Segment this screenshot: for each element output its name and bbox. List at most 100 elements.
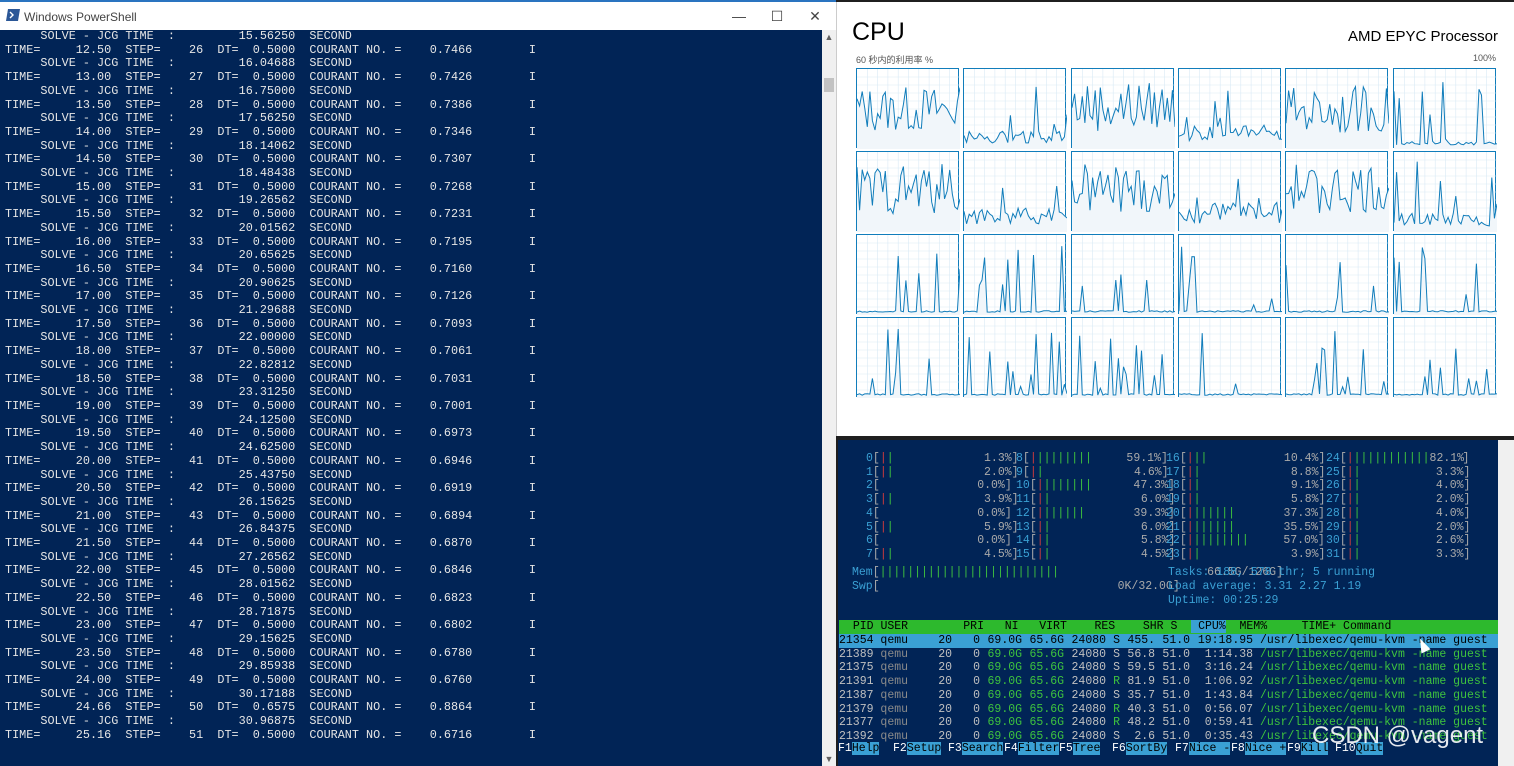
console-line: SOLVE - JCG TIME : 26.15625 SECOND <box>5 494 352 509</box>
cpu-core-graph <box>1070 151 1175 232</box>
process-table-header[interactable]: PID USER PRI NI VIRT RES SHR S CPU% MEM%… <box>839 620 1500 634</box>
cpu-core-graph <box>1177 317 1282 398</box>
cpu-meter: 10[|||||||| 47.3%] <box>1016 479 1175 493</box>
cpu-meter: 2[0.0%] <box>866 479 1012 493</box>
console-output[interactable]: SOLVE - JCG TIME : 15.56250 SECOND TIME= … <box>0 30 822 766</box>
console-line: TIME= 25.16 STEP= 51 DT= 0.5000 COURANT … <box>5 727 536 742</box>
cpu-meter: 7[|| 4.5%] <box>866 547 1019 561</box>
console-scrollbar[interactable]: ▲ ▼ <box>822 30 836 766</box>
header-shr[interactable]: SHR <box>1122 620 1164 633</box>
console-line: SOLVE - JCG TIME : 28.71875 SECOND <box>5 604 352 619</box>
fkey-f3[interactable]: F3Search <box>948 742 1004 756</box>
cpu-meter: 11[|| 6.0%] <box>1016 493 1176 507</box>
htop-scrollbar[interactable] <box>1498 440 1514 766</box>
cpu-meter: 27[|| 2.0%] <box>1326 493 1471 507</box>
console-line: TIME= 22.50 STEP= 46 DT= 0.5000 COURANT … <box>5 590 536 605</box>
cpu-core-graph <box>1285 234 1390 315</box>
process-row[interactable]: 21379 qemu 20 0 69.0G 65.6G 24080 R 40.3 51.0 0:5… <box>839 703 1500 717</box>
cpu-core-graph <box>1177 68 1282 149</box>
fkey-f1[interactable]: F1Help <box>838 742 893 756</box>
fkey-f5[interactable]: F5Tree <box>1059 742 1112 756</box>
header-res[interactable]: RES <box>1074 620 1115 633</box>
process-row[interactable]: 21391 qemu 20 0 69.0G 65.6G 24080 R 81.9 51.0 1:0… <box>839 675 1500 689</box>
console-line: TIME= 17.00 STEP= 35 DT= 0.5000 COURANT … <box>5 289 536 304</box>
header-ni[interactable]: NI <box>991 620 1019 633</box>
console-line: TIME= 18.50 STEP= 38 DT= 0.5000 COURANT … <box>5 371 536 386</box>
powershell-titlebar[interactable]: Windows PowerShell — ☐ ✕ <box>0 0 836 30</box>
cpu-core-graph <box>963 317 1068 398</box>
cpu-core-graph <box>1392 234 1497 315</box>
cpu-core-graph <box>963 68 1068 149</box>
console-line: SOLVE - JCG TIME : 22.82812 SECOND <box>5 357 352 372</box>
header-command[interactable]: Command <box>1343 620 1391 633</box>
console-line: TIME= 14.00 STEP= 29 DT= 0.5000 COURANT … <box>5 124 536 139</box>
cpu-meter: 4[0.0%] <box>866 506 1012 520</box>
fkey-f2[interactable]: F2Setup <box>893 742 948 756</box>
maximize-button[interactable]: ☐ <box>762 5 792 27</box>
htop-terminal[interactable]: 0[|| 1.3%] 1[|| 2.0%] 2[0.0%] 3[|| 3.9%] 4[0.0%… <box>838 440 1514 766</box>
scrollbar-thumb[interactable] <box>824 78 834 92</box>
cpu-core-graph <box>1070 68 1175 149</box>
process-row[interactable]: 21354 qemu 20 0 69.0G 65.6G 24080 S 455. 51.0 19:… <box>839 634 1500 648</box>
header-pri[interactable]: PRI <box>929 620 984 633</box>
console-line: SOLVE - JCG TIME : 24.12500 SECOND <box>5 412 352 427</box>
cpu-core-graph <box>1285 151 1390 232</box>
cpu-core-graph <box>1070 317 1175 398</box>
cpu-meter: 1[|| 2.0%] <box>866 465 1019 479</box>
cpu-max-label: 100% <box>1472 53 1496 63</box>
console-line: SOLVE - JCG TIME : 17.56250 SECOND <box>5 111 352 126</box>
cpu-core-graph <box>1285 68 1390 149</box>
console-line: SOLVE - JCG TIME : 29.85938 SECOND <box>5 659 352 674</box>
console-line: SOLVE - JCG TIME : 30.96875 SECOND <box>5 714 352 729</box>
fkey-f7[interactable]: F7Nice - <box>1175 742 1231 756</box>
cpu-meter: 31[|| 3.3%] <box>1326 547 1471 561</box>
scroll-up-icon[interactable]: ▲ <box>822 30 836 44</box>
header-cpu[interactable]: CPU% <box>1191 620 1226 633</box>
cpu-meter: 24[||||||||||||82.1%] <box>1326 452 1470 465</box>
console-line: SOLVE - JCG TIME : 25.43750 SECOND <box>5 467 352 482</box>
header-user[interactable]: USER <box>880 620 921 633</box>
console-line: SOLVE - JCG TIME : 21.29688 SECOND <box>5 303 352 318</box>
fkey-f6[interactable]: F6SortBy <box>1112 742 1175 756</box>
fkey-f4[interactable]: F4Filter <box>1004 742 1060 756</box>
process-row[interactable]: 21387 qemu 20 0 69.0G 65.6G 24080 S 35.7 51.0 1:4… <box>839 689 1500 703</box>
powershell-icon <box>6 9 20 21</box>
process-row[interactable]: 21389 qemu 20 0 69.0G 65.6G 24080 S 56.8 51.0 1:1… <box>839 648 1500 662</box>
minimize-button[interactable]: — <box>724 5 754 27</box>
console-line: SOLVE - JCG TIME : 20.65625 SECOND <box>5 248 352 263</box>
cpu-meter: 17[|| 8.8%] <box>1166 465 1326 479</box>
console-line: TIME= 16.00 STEP= 33 DT= 0.5000 COURANT … <box>5 234 536 249</box>
console-line: TIME= 13.50 STEP= 28 DT= 0.5000 COURANT … <box>5 97 536 112</box>
load-average: Load average: 3.31 2.27 1.19 <box>1168 580 1362 593</box>
header-mem[interactable]: MEM% <box>1233 620 1268 633</box>
cpu-meter: 26[|| 4.0%] <box>1326 479 1471 493</box>
cpu-core-graph <box>1392 317 1497 398</box>
cpu-core-graph <box>856 317 960 398</box>
close-button[interactable]: ✕ <box>800 5 830 27</box>
powershell-window[interactable]: Windows PowerShell — ☐ ✕ SOLVE - JCG TIM… <box>0 0 836 766</box>
console-line: TIME= 15.50 STEP= 32 DT= 0.5000 COURANT … <box>5 207 536 222</box>
cpu-meter: 5[|| 5.9%] <box>866 520 1019 534</box>
scroll-down-icon[interactable]: ▼ <box>822 752 836 766</box>
fkey-f8[interactable]: F8Nice + <box>1231 742 1287 756</box>
console-line: SOLVE - JCG TIME : 27.26562 SECOND <box>5 549 352 564</box>
cpu-core-graph <box>856 234 960 315</box>
cpu-meter: 16[||| 10.4%] <box>1166 452 1326 465</box>
cpu-meter: 0[|| 1.3%] <box>866 452 1019 465</box>
console-line: TIME= 14.50 STEP= 30 DT= 0.5000 COURANT … <box>5 152 536 167</box>
header-virt[interactable]: VIRT <box>1025 620 1067 633</box>
console-line: TIME= 15.00 STEP= 31 DT= 0.5000 COURANT … <box>5 179 536 194</box>
console-line: SOLVE - JCG TIME : 26.84375 SECOND <box>5 522 352 537</box>
header-pid[interactable]: PID <box>839 620 874 633</box>
header-time[interactable]: TIME+ <box>1274 620 1337 633</box>
header-s[interactable]: S <box>1170 620 1184 633</box>
console-line: SOLVE - JCG TIME : 20.01562 SECOND <box>5 220 352 235</box>
process-row[interactable]: 21375 qemu 20 0 69.0G 65.6G 24080 S 59.5 51.0 3:1… <box>839 661 1500 675</box>
console-line: SOLVE - JCG TIME : 23.31250 SECOND <box>5 385 352 400</box>
cpu-meter: 29[|| 2.0%] <box>1326 520 1471 534</box>
console-line: SOLVE - JCG TIME : 22.00000 SECOND <box>5 330 352 345</box>
cpu-meter: 8[||||||||| 59.1%] <box>1016 452 1168 465</box>
cpu-meter: 25[|| 3.3%] <box>1326 465 1471 479</box>
console-line: TIME= 24.66 STEP= 50 DT= 0.6575 COURANT … <box>5 700 536 715</box>
cpu-meter: 12[||||||| 39.3%] <box>1016 506 1175 520</box>
